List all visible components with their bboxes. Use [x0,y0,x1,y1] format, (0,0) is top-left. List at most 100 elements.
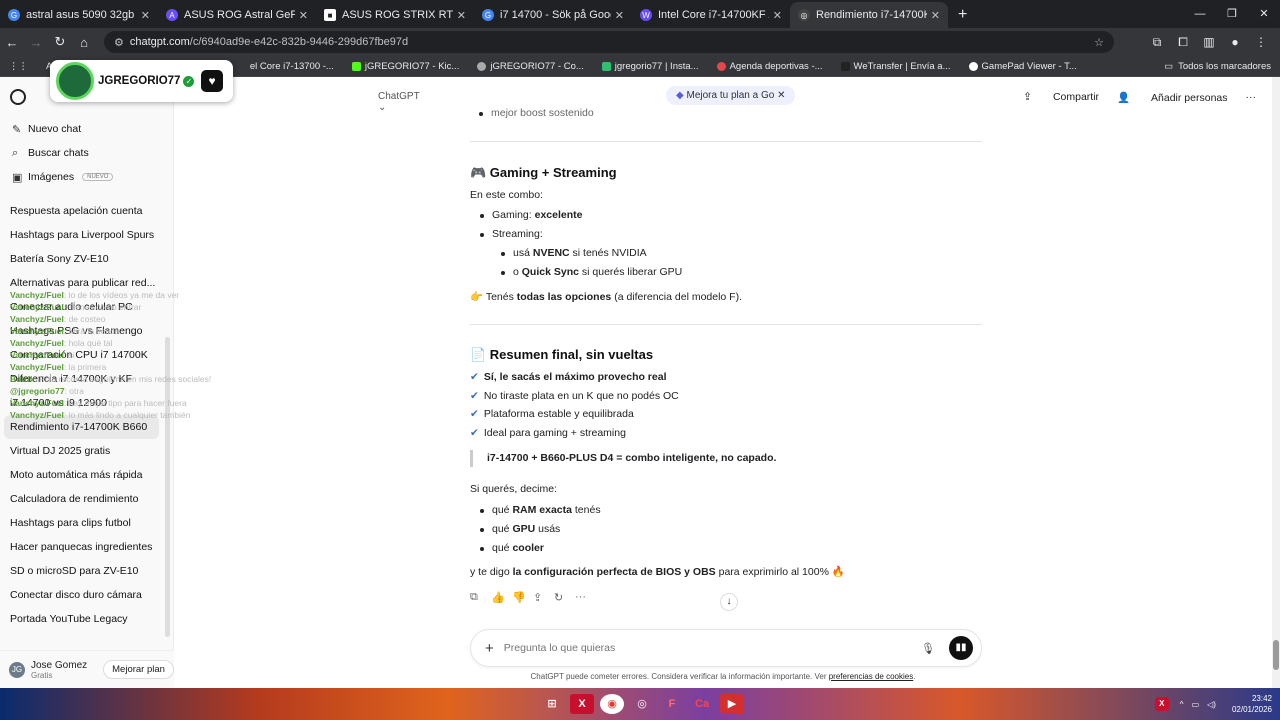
prompt-input[interactable] [503,642,904,654]
chat-item[interactable]: Diferencia i7 14700K y KF [0,367,173,391]
chat-item[interactable]: Virtual DJ 2025 gratis [0,439,173,463]
user-profile[interactable]: JG Jose Gomez Gratis Mejorar plan [0,650,174,688]
chat-item[interactable]: Calculadora de rendimiento [0,487,173,511]
page-scrollbar[interactable] [1272,77,1280,688]
chat-item[interactable]: Alternativas para publicar red... [0,271,173,295]
bookmark-item[interactable]: GamePad Viewer - T... [960,61,1086,72]
chat-item[interactable]: Hacer panquecas ingredientes [0,535,173,559]
thumbs-down-icon[interactable]: 👎 [512,591,533,604]
search-chats-button[interactable]: ⌕ Buscar chats [0,141,173,165]
share-icon[interactable]: ⇪ [533,591,554,604]
close-tab-icon[interactable]: ✕ [141,9,150,22]
chat-item[interactable]: i7 14700 vs i9 12900 [0,391,173,415]
clock[interactable]: 23:42 02/01/2026 [1224,693,1272,715]
app-f-icon[interactable]: F [660,694,684,714]
chat-item[interactable]: Conectar audio celular PC [0,295,173,319]
star-icon[interactable]: ☆ [1094,36,1104,49]
chatgpt-logo-icon[interactable] [10,89,26,105]
chat-item-active[interactable]: Rendimiento i7-14700K B660 [4,415,159,439]
attach-plus-icon[interactable]: + [485,640,494,657]
copy-icon[interactable]: ⧉ [470,591,491,604]
profile-avatar-icon[interactable]: ● [1222,35,1248,50]
upgrade-plan-button[interactable]: Mejorar plan [103,660,174,679]
tab-2[interactable]: AASUS ROG Astral GeForce RTX 5✕ [158,2,316,28]
chat-item[interactable]: Comparación CPU i7 14700K [0,343,173,367]
ask-item: qué cooler [480,542,544,554]
bookmark-item[interactable]: jgregorio77 | Insta... [593,61,708,72]
close-tab-icon[interactable]: ✕ [299,9,308,22]
thumbs-up-icon[interactable]: 👍 [491,591,512,604]
new-chat-button[interactable]: ✎ Nuevo chat [0,117,173,141]
bookmark-item[interactable]: Agenda deportivas -... [708,61,832,72]
windows-start-icon[interactable]: ⊞ [540,694,564,714]
back-icon[interactable]: ← [0,35,24,50]
app-ca-icon[interactable]: Ca [690,694,714,714]
google-icon: G [8,9,20,21]
bookmark-item[interactable]: jGREGORIO77 - Kic... [343,61,469,72]
chrome-icon[interactable]: ◉ [600,694,624,714]
tab-4[interactable]: Gi7 14700 - Sök på Google✕ [474,2,632,28]
scrollbar-thumb[interactable] [1273,640,1279,670]
tab-1[interactable]: Gastral asus 5090 32gb - Sök på G✕ [0,2,158,28]
chat-item[interactable]: SD o microSD para ZV-E10 [0,559,173,583]
more-options-button[interactable]: ··· [1246,91,1257,103]
tab-3[interactable]: ■ASUS ROG STRIX RTX5070 Ti O✕ [316,2,474,28]
forward-icon[interactable]: → [24,35,48,50]
volume-icon[interactable]: ◁) [1207,700,1216,709]
cookie-preferences-link[interactable]: preferencias de cookies [829,672,914,681]
nvenc-item: usá NVENC si tenés NVIDIA [501,247,647,259]
chat-item[interactable]: Portada YouTube Legacy [0,607,173,631]
maximize-button[interactable]: ❐ [1216,0,1248,28]
chat-item[interactable]: Hashtags PSG vs Flamengo [0,319,173,343]
network-icon[interactable]: ▭ [1192,700,1200,709]
chevron-up-icon[interactable]: ^ [1180,700,1184,709]
apps-icon[interactable]: ⋮⋮ [0,61,37,72]
microphone-icon[interactable]: 🎙 [921,642,935,655]
more-icon[interactable]: ··· [575,591,596,604]
chat-item[interactable]: Hashtags para clips futbol [0,511,173,535]
extensions-icon[interactable]: ⧠ [1170,35,1196,50]
images-button[interactable]: ▣ Imágenes NUEVO [0,165,173,189]
chat-item[interactable]: Moto automática más rápida [0,463,173,487]
close-tab-icon[interactable]: ✕ [615,9,624,22]
close-tab-icon[interactable]: ✕ [773,9,782,22]
reload-icon[interactable]: ↻ [48,34,72,50]
regenerate-icon[interactable]: ↻ [554,591,575,604]
app-x-icon[interactable]: X [570,694,594,714]
chat-item[interactable]: Batería Sony ZV-E10 [0,247,173,271]
chat-item[interactable]: Conectar disco duro cámara [0,583,173,607]
url-field[interactable]: ⚙ chatgpt.com/c/6940ad9e-e42c-832b-9446-2… [104,31,1114,53]
summary-heading: 📄 Resumen final, sin vueltas [470,347,654,362]
bookmark-item[interactable]: jGREGORIO77 - Co... [468,61,592,72]
add-people-button[interactable]: 👤 Añadir personas [1117,91,1227,104]
screenshot-icon[interactable]: ⧉ [1144,35,1170,50]
sidebar-scrollbar[interactable] [165,337,170,637]
chatgpt-icon: ◎ [798,9,810,21]
site-info-icon[interactable]: ⚙ [114,36,124,49]
bookmark-item[interactable]: el Core i7-13700 -... [241,61,343,72]
tab-6-active[interactable]: ◎Rendimiento i7-14700K B660✕ [790,2,948,28]
browser-menu-icon[interactable]: ⋮ [1248,35,1274,50]
checkmark-icon: ✔ [470,427,479,439]
sidepanel-icon[interactable]: ▥ [1196,35,1222,50]
close-window-button[interactable]: ✕ [1248,0,1280,28]
user-name: Jose Gomez [31,659,88,671]
new-tab-button[interactable]: + [948,2,977,28]
chatgpt-taskbar-icon[interactable]: ◎ [630,694,654,714]
tab-5[interactable]: WIntel Core i7-14700KF / 20 Core✕ [632,2,790,28]
tray-x-icon[interactable]: X [1154,697,1169,711]
voice-mode-button[interactable]: ▮▮ [949,636,973,660]
share-button[interactable]: ⇪ Compartir [1023,91,1099,103]
chat-item[interactable]: Respuesta apelación cuenta [0,199,173,223]
verified-icon: ✓ [183,75,195,87]
scroll-down-button[interactable]: ↓ [720,593,738,611]
close-tab-icon[interactable]: ✕ [457,9,466,22]
all-bookmarks-folder[interactable]: ▭ Todos los marcadores [1155,61,1280,72]
chat-item[interactable]: Hashtags para Liverpool Spurs [0,223,173,247]
app-red-icon[interactable]: ▶ [720,694,744,714]
minimize-button[interactable]: — [1184,0,1216,28]
close-tab-icon[interactable]: ✕ [931,9,940,22]
streamer-avatar [56,62,94,100]
bookmark-item[interactable]: WeTransfer | Envía a... [832,61,960,72]
home-icon[interactable]: ⌂ [72,35,96,50]
